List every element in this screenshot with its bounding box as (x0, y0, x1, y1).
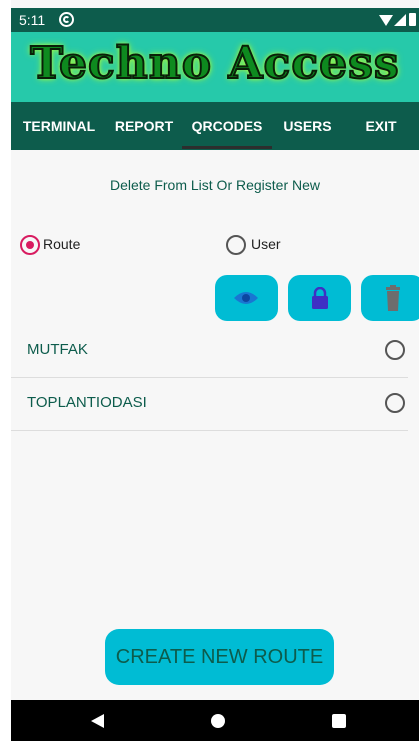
page-subtitle: Delete From List Or Register New (109, 177, 321, 193)
tab-terminal[interactable]: TERMINAL (11, 102, 107, 150)
app-title: Techno Access (29, 37, 400, 90)
app-screen: 5:11 Techno Access TERMINAL REPORT QRCOD… (11, 0, 419, 741)
trash-icon (386, 285, 400, 311)
left-margin (0, 0, 11, 741)
view-button[interactable] (215, 275, 278, 321)
list-item-radio[interactable] (385, 393, 405, 413)
top-nav: TERMINAL REPORT QRCODES USERS EXIT (11, 102, 419, 150)
list-item[interactable]: MUTFAK (11, 325, 408, 378)
tab-report[interactable]: REPORT (107, 102, 181, 150)
list-item[interactable]: TOPLANTIODASI (11, 378, 408, 431)
home-icon[interactable] (211, 714, 225, 728)
signal-icon (394, 14, 406, 26)
app-notification-icon (59, 12, 74, 27)
status-time: 5:11 (19, 12, 46, 28)
delete-button[interactable] (361, 275, 419, 321)
create-new-route-button[interactable]: CREATE NEW ROUTE (105, 629, 334, 685)
lock-button[interactable] (288, 275, 351, 321)
user-radio-label: User (251, 236, 281, 252)
route-radio-label: Route (43, 236, 81, 252)
active-tab-indicator (182, 146, 272, 149)
eye-icon (234, 292, 258, 304)
wifi-icon (379, 15, 393, 26)
tab-qrcodes[interactable]: QRCODES (182, 102, 272, 150)
route-radio[interactable] (20, 235, 40, 255)
recents-icon[interactable] (332, 714, 346, 728)
status-bar: 5:11 (11, 8, 419, 32)
list-item-label: MUTFAK (27, 341, 88, 358)
status-indicators (379, 13, 419, 27)
battery-icon (409, 13, 416, 26)
list-item-radio[interactable] (385, 340, 405, 360)
list-item-label: TOPLANTIODASI (27, 394, 147, 411)
tab-exit[interactable]: EXIT (351, 102, 411, 150)
system-nav-bar (11, 700, 419, 741)
tab-users[interactable]: USERS (272, 102, 343, 150)
lock-icon (312, 287, 328, 309)
back-icon[interactable] (91, 714, 104, 728)
app-banner: Techno Access (11, 32, 419, 102)
user-radio[interactable] (226, 235, 246, 255)
